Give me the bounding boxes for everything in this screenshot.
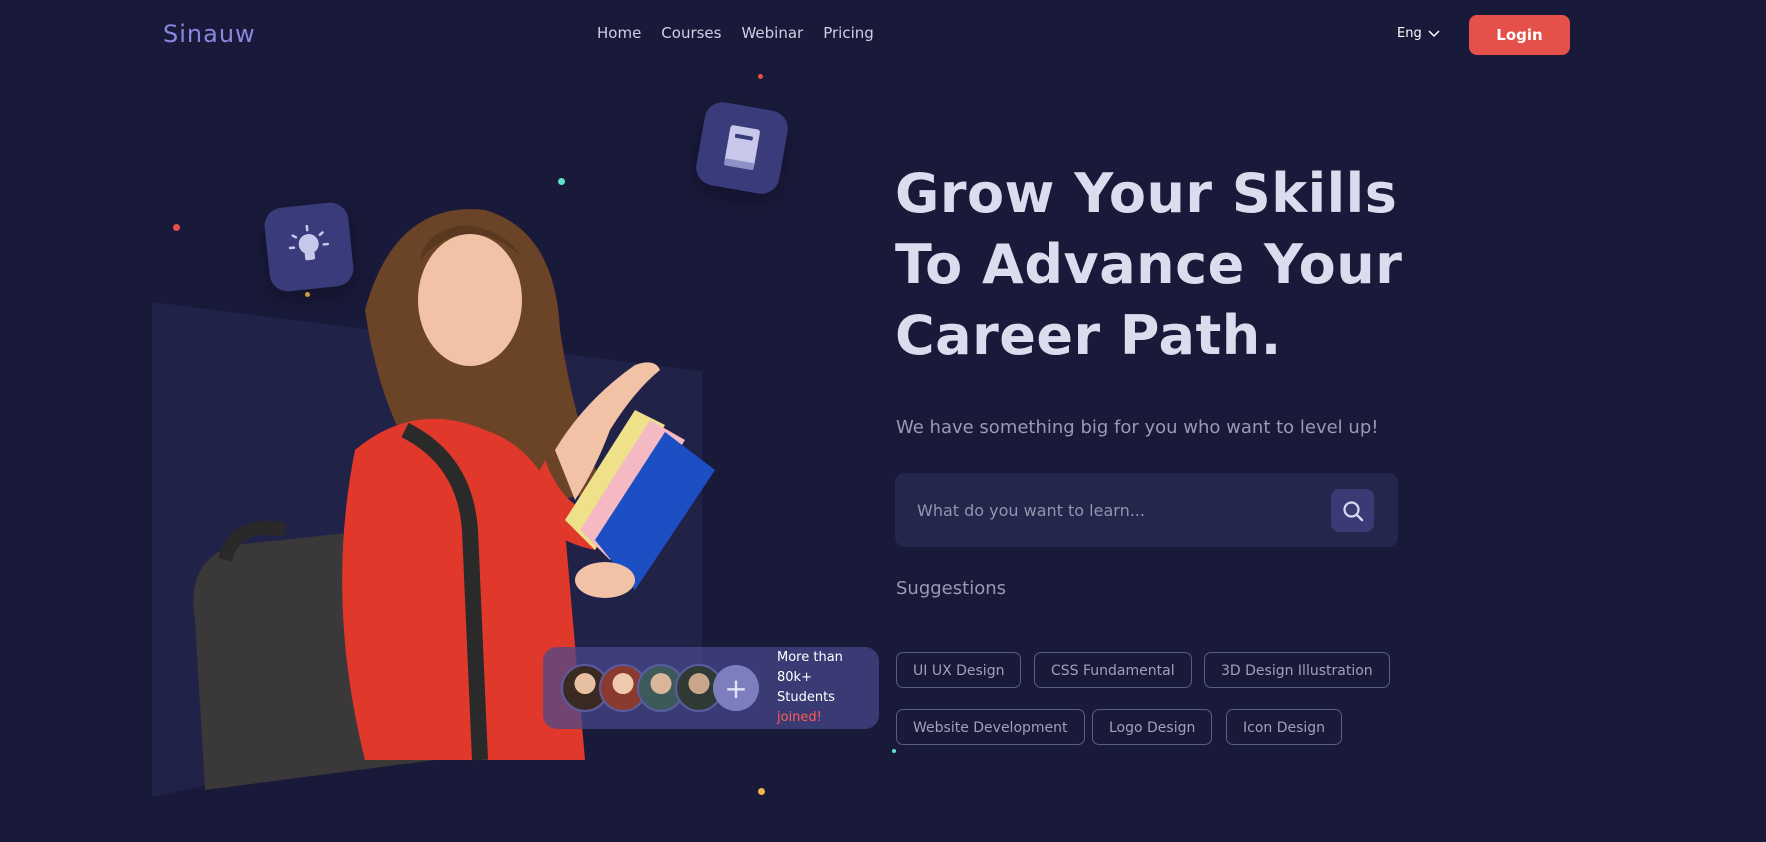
decor-dot — [758, 74, 763, 79]
language-label: Eng — [1397, 26, 1422, 41]
nav-pricing[interactable]: Pricing — [823, 24, 874, 42]
login-button[interactable]: Login — [1469, 15, 1570, 55]
hero-headline: Grow Your Skills To Advance Your Career … — [895, 158, 1415, 371]
decor-dot — [892, 749, 896, 753]
students-label: Students — [777, 690, 835, 705]
nav-webinar[interactable]: Webinar — [741, 24, 803, 42]
hero-subtitle: We have something big for you who want t… — [896, 417, 1379, 438]
students-count-line: More than 80k+ — [777, 650, 843, 685]
brand-logo[interactable]: Sinauw — [163, 20, 256, 48]
search-button[interactable] — [1331, 489, 1374, 532]
nav-home[interactable]: Home — [597, 24, 641, 42]
suggestion-chip[interactable]: Logo Design — [1092, 709, 1213, 745]
suggestion-chip[interactable]: UI UX Design — [896, 652, 1022, 688]
decor-dot — [558, 178, 565, 185]
book-icon — [724, 125, 760, 170]
search-box — [895, 473, 1398, 547]
students-joined-line: Students joined! — [777, 688, 879, 728]
headline-line-2: To Advance Your — [895, 233, 1403, 296]
joined-highlight: joined! — [777, 710, 822, 725]
search-icon — [1342, 500, 1363, 521]
chevron-down-icon — [1428, 29, 1440, 37]
nav-courses[interactable]: Courses — [661, 24, 721, 42]
suggestions-title: Suggestions — [896, 578, 1006, 599]
suggestion-chip[interactable]: 3D Design Illustration — [1204, 652, 1390, 688]
headline-line-1: Grow Your Skills — [895, 162, 1398, 225]
plus-icon[interactable]: + — [713, 665, 759, 711]
search-input[interactable] — [915, 495, 1309, 525]
student-avatars: + — [561, 664, 759, 712]
students-joined-card: + More than 80k+ Students joined! — [543, 647, 879, 729]
suggestion-chip[interactable]: Icon Design — [1226, 709, 1343, 745]
language-selector[interactable]: Eng — [1397, 26, 1440, 41]
headline-line-3: Career Path. — [895, 304, 1282, 367]
landing-page: Sinauw Home Courses Webinar Pricing Eng … — [0, 0, 1766, 842]
main-nav: Home Courses Webinar Pricing — [597, 24, 894, 42]
suggestion-chip[interactable]: Website Development — [896, 709, 1085, 745]
students-joined-text: More than 80k+ Students joined! — [777, 648, 879, 728]
suggestion-chip[interactable]: CSS Fundamental — [1034, 652, 1192, 688]
book-tile — [693, 99, 791, 197]
